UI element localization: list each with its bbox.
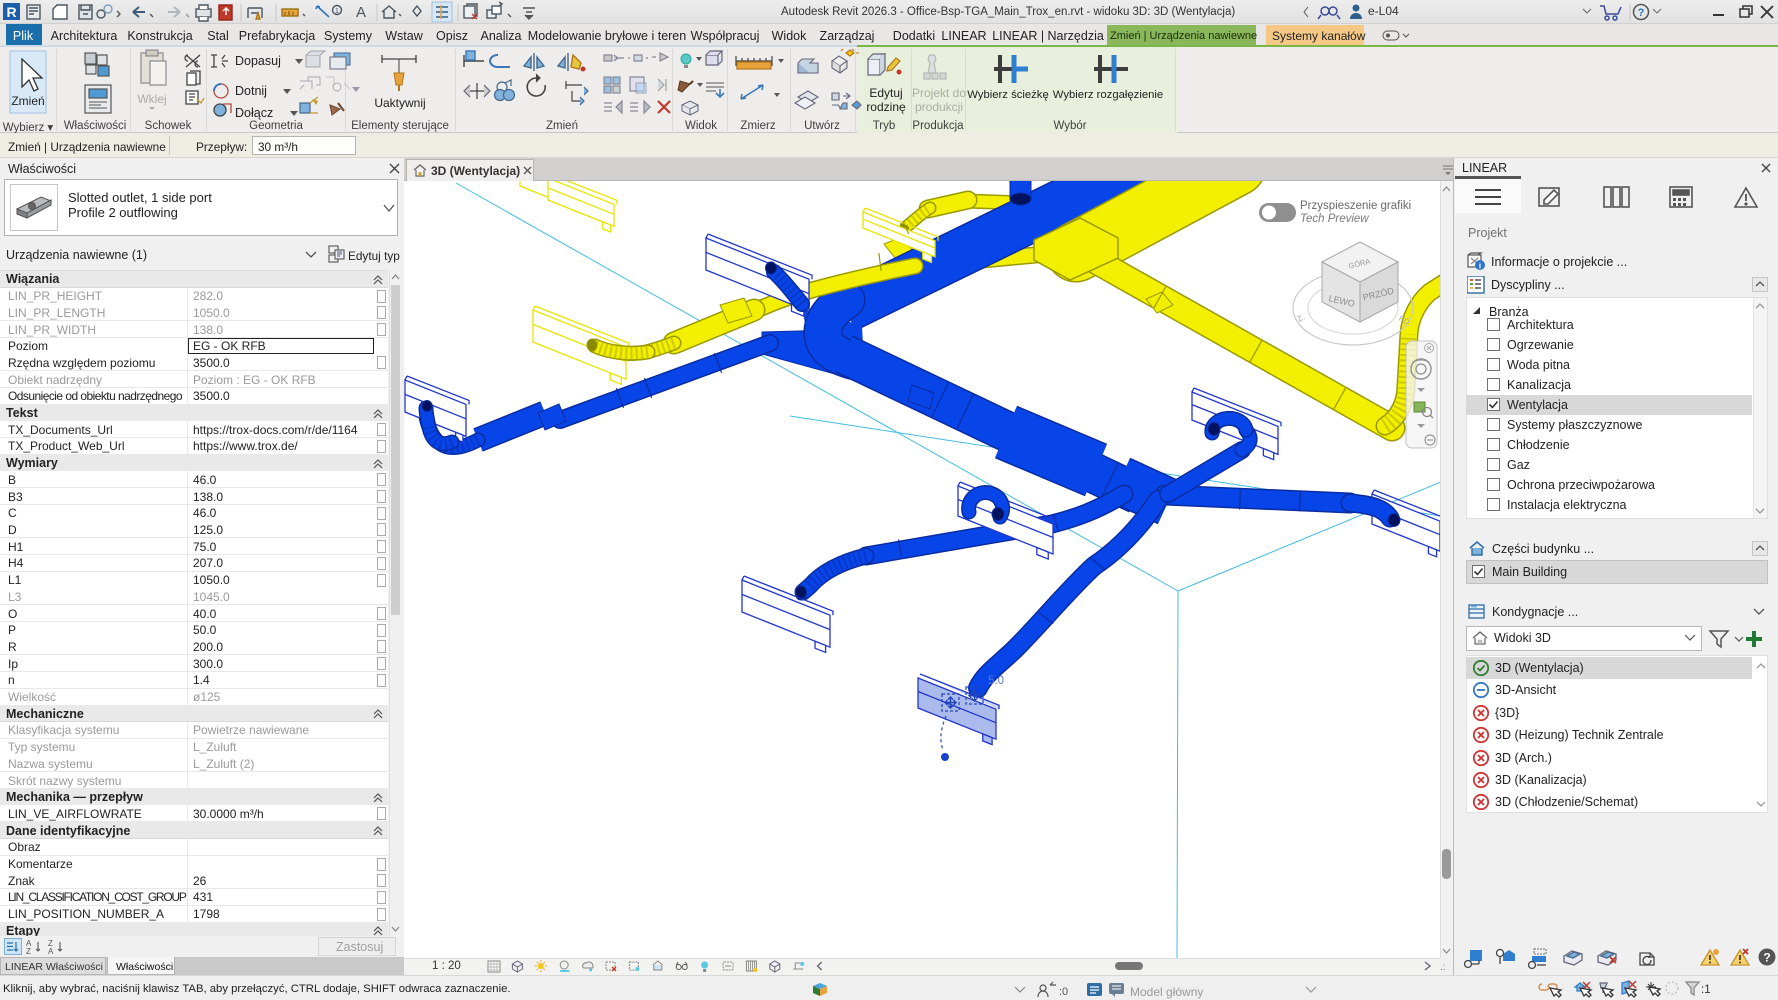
svg-text:rodzinę: rodzinę <box>866 100 906 114</box>
svg-text:Tech Preview: Tech Preview <box>1300 213 1369 225</box>
svg-text:Przyspieszenie grafiki: Przyspieszenie grafiki <box>1300 200 1411 212</box>
svg-text:Uaktywnij: Uaktywnij <box>374 96 425 110</box>
svg-text:Edytuj: Edytuj <box>869 86 902 100</box>
svg-text:Dopasuj: Dopasuj <box>235 54 281 68</box>
svg-text:Projekt do: Projekt do <box>912 86 966 100</box>
svg-text::1: :1 <box>1701 984 1711 996</box>
svg-text:Wklej: Wklej <box>137 92 166 106</box>
svg-text:1: 1 <box>335 8 339 15</box>
svg-text:produkcji: produkcji <box>915 100 963 114</box>
svg-text:e-L04: e-L04 <box>1368 4 1399 18</box>
svg-text:A: A <box>48 947 54 955</box>
svg-text:A: A <box>356 4 366 21</box>
svg-text::0: :0 <box>1059 986 1068 998</box>
svg-text:?: ? <box>1638 7 1645 19</box>
svg-text:?: ? <box>1763 951 1770 965</box>
svg-text:Z: Z <box>26 947 31 955</box>
svg-text:i: i <box>1479 262 1481 271</box>
svg-text:Dołącz: Dołącz <box>235 106 273 120</box>
svg-text:Wybierz ścieżkę: Wybierz ścieżkę <box>967 89 1049 101</box>
svg-text:Wybierz rozgałęzienie: Wybierz rozgałęzienie <box>1053 89 1163 101</box>
svg-text:R: R <box>6 4 16 20</box>
svg-text:Dotnij: Dotnij <box>235 84 267 98</box>
svg-text:Zmień: Zmień <box>11 94 44 108</box>
svg-text:5.0: 5.0 <box>988 675 1004 687</box>
